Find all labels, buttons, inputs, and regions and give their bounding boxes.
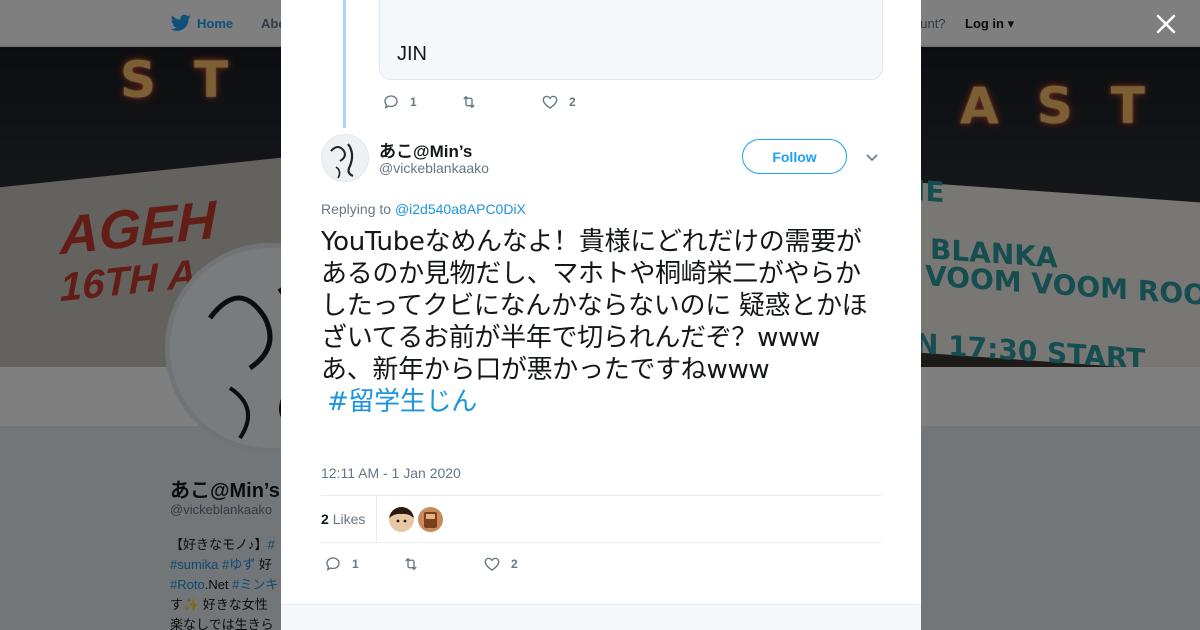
heart-icon xyxy=(484,557,500,571)
tweet-body: YouTubeなめんなよ！貴様にどれだけの需要があるのか見物だし、マホトや桐崎栄… xyxy=(321,227,868,385)
parent-reply-count: 1 xyxy=(410,95,417,109)
liker-avatar-image xyxy=(389,507,414,532)
likes-stat-link[interactable]: 2 Likes xyxy=(321,511,365,527)
parent-like-count: 2 xyxy=(569,95,576,109)
replying-to-handle-link[interactable]: @i2d540a8APC0DiX xyxy=(395,201,526,217)
reply-button[interactable]: 1 xyxy=(324,554,402,574)
retweet-icon xyxy=(405,557,417,571)
tweet-permalink-modal: JIN 1 2 あこ@Min’s @vickeblankaako Follow … xyxy=(281,0,921,630)
like-count: 2 xyxy=(511,557,518,571)
liker-avatar[interactable] xyxy=(389,507,414,532)
reply-count: 1 xyxy=(352,557,359,571)
parent-reply-button[interactable]: 1 xyxy=(382,92,460,112)
quoted-tweet-text: JIN xyxy=(397,43,427,65)
retweet-icon xyxy=(463,95,475,109)
author-avatar-image xyxy=(322,135,368,181)
retweet-button[interactable] xyxy=(402,554,483,574)
modal-footer-divider xyxy=(281,604,921,630)
like-button[interactable]: 2 xyxy=(483,554,518,574)
chevron-down-icon[interactable] xyxy=(864,149,880,165)
follow-button[interactable]: Follow xyxy=(742,139,847,174)
tweet-actions: 1 2 xyxy=(324,554,518,574)
replying-to-prefix: Replying to xyxy=(321,201,395,217)
author-avatar[interactable] xyxy=(321,134,369,182)
heart-icon xyxy=(542,95,558,109)
liker-avatar[interactable] xyxy=(418,507,443,532)
tweet-stats: 2 Likes xyxy=(321,495,881,543)
likes-label: Likes xyxy=(332,511,366,527)
close-icon[interactable] xyxy=(1152,10,1180,38)
stats-divider xyxy=(376,496,377,542)
parent-like-button[interactable]: 2 xyxy=(541,92,576,112)
quoted-tweet-card[interactable]: JIN xyxy=(379,0,883,80)
tweet-text: YouTubeなめんなよ！貴様にどれだけの需要があるのか見物だし、マホトや桐崎栄… xyxy=(321,226,886,418)
reply-icon xyxy=(384,95,398,110)
reply-icon xyxy=(326,557,340,572)
replying-to: Replying to @i2d540a8APC0DiX xyxy=(321,201,526,217)
parent-tweet-actions: 1 2 xyxy=(382,92,576,112)
thread-connector-line xyxy=(343,0,346,128)
parent-retweet-button[interactable] xyxy=(460,92,541,112)
liker-avatar-image xyxy=(418,507,443,532)
tweet-hashtag-link[interactable]: #留学生じん xyxy=(327,387,477,417)
likes-number: 2 xyxy=(321,511,329,527)
tweet-timestamp[interactable]: 12:11 AM - 1 Jan 2020 xyxy=(321,465,461,481)
author-handle[interactable]: @vickeblankaako xyxy=(379,160,489,176)
author-name[interactable]: あこ@Min’s xyxy=(379,137,472,162)
